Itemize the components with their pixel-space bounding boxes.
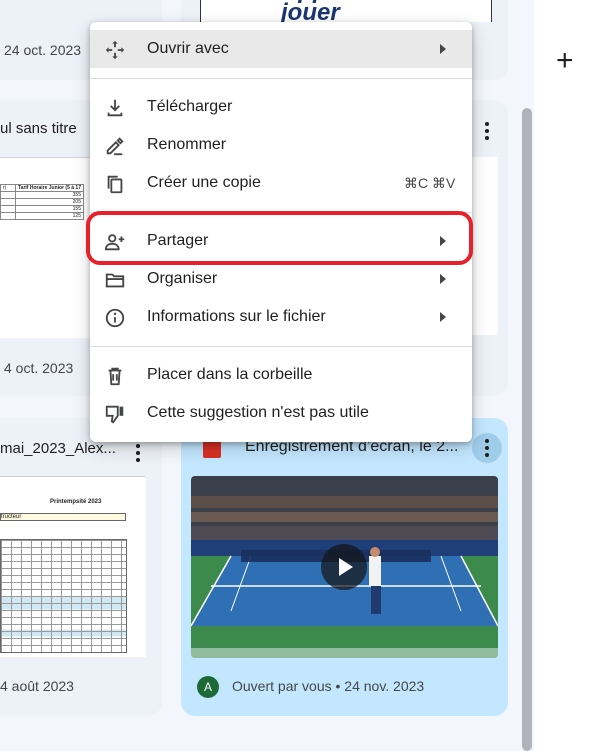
menu-item-label: Organiser <box>147 270 218 287</box>
avatar: A <box>197 676 219 698</box>
info-icon <box>105 308 125 328</box>
sheet-cell: 155 <box>15 205 84 213</box>
card-date: 24 oct. 2023 <box>4 42 82 58</box>
menu-item-download[interactable]: Télécharger <box>90 88 472 126</box>
card-title: ul sans titre <box>0 120 77 137</box>
add-button[interactable]: + <box>556 46 574 76</box>
side-panel: + <box>534 0 600 751</box>
menu-item-copy[interactable]: Créer une copie ⌘C ⌘V <box>90 164 472 202</box>
chevron-right-icon <box>440 312 446 322</box>
menu-item-not-useful[interactable]: Cette suggestion n'est pas utile <box>90 394 472 432</box>
trash-icon <box>108 367 122 386</box>
menu-item-trash[interactable]: Placer dans la corbeille <box>90 356 472 394</box>
menu-item-open-with[interactable]: Ouvrir avec <box>90 30 472 68</box>
menu-item-info[interactable]: Informations sur le fichier <box>90 298 472 336</box>
menu-item-label: Cette suggestion n'est pas utile <box>147 404 369 421</box>
menu-divider <box>90 346 472 347</box>
sheet-cell: 125 <box>15 212 84 220</box>
card-thumbnail: Printempsité 2023 tructeur <box>0 476 146 657</box>
menu-item-label: Créer une copie <box>147 174 261 191</box>
menu-item-label: Placer dans la corbeille <box>147 366 313 383</box>
thumb-down-icon <box>105 405 124 424</box>
card-date: 4 oct. 2023 <box>4 360 74 376</box>
menu-divider <box>90 78 472 79</box>
sheet-header: Tarif Horaire Junior (5 à 17 <box>15 184 84 192</box>
chevron-right-icon <box>440 274 446 284</box>
card-title: mai_2023_Alex... <box>0 440 116 457</box>
move-icon <box>105 40 125 60</box>
menu-item-rename[interactable]: Renommer <box>90 126 472 164</box>
download-icon <box>107 99 123 117</box>
copy-icon <box>107 175 123 194</box>
sheet-grid <box>0 539 127 653</box>
sheet-table: r) Tarif Horaire Junior (5 à 17 355 205 1… <box>0 184 84 220</box>
more-options-button[interactable] <box>472 433 502 463</box>
share-highlight-annotation <box>86 211 473 265</box>
card-meta: Ouvert par vous • 24 nov. 2023 <box>232 678 425 694</box>
menu-item-label: Informations sur le fichier <box>147 308 326 325</box>
folder-icon <box>105 273 125 288</box>
more-options-icon[interactable] <box>136 444 140 465</box>
menu-item-organize[interactable]: Organiser <box>90 260 472 298</box>
video-file-icon <box>203 440 221 458</box>
menu-item-label: Télécharger <box>147 98 233 115</box>
menu-item-label: Ouvrir avec <box>147 40 229 57</box>
sheet-title: Printempsité 2023 <box>50 499 102 505</box>
thumbnail-text: Apprendre et jouer <box>281 0 430 22</box>
more-options-icon[interactable] <box>485 122 489 143</box>
sheet-cell: 355 <box>15 191 84 199</box>
chevron-right-icon <box>440 44 446 54</box>
video-thumbnail[interactable] <box>191 476 498 658</box>
menu-item-label: Renommer <box>147 136 227 153</box>
more-options-icon[interactable] <box>485 439 489 460</box>
rename-icon <box>106 137 124 156</box>
card-thumbnail: Apprendre et jouer <box>200 0 492 22</box>
card-date: 4 août 2023 <box>0 678 74 694</box>
scrollbar-thumb[interactable] <box>522 108 532 751</box>
sheet-cell: 205 <box>15 198 84 206</box>
keyboard-shortcut: ⌘C ⌘V <box>404 174 456 191</box>
sheet-subtitle: tructeur <box>0 513 126 521</box>
file-card[interactable]: mai_2023_Alex... Printempsité 2023 truct… <box>0 418 162 716</box>
play-icon[interactable] <box>321 544 367 590</box>
